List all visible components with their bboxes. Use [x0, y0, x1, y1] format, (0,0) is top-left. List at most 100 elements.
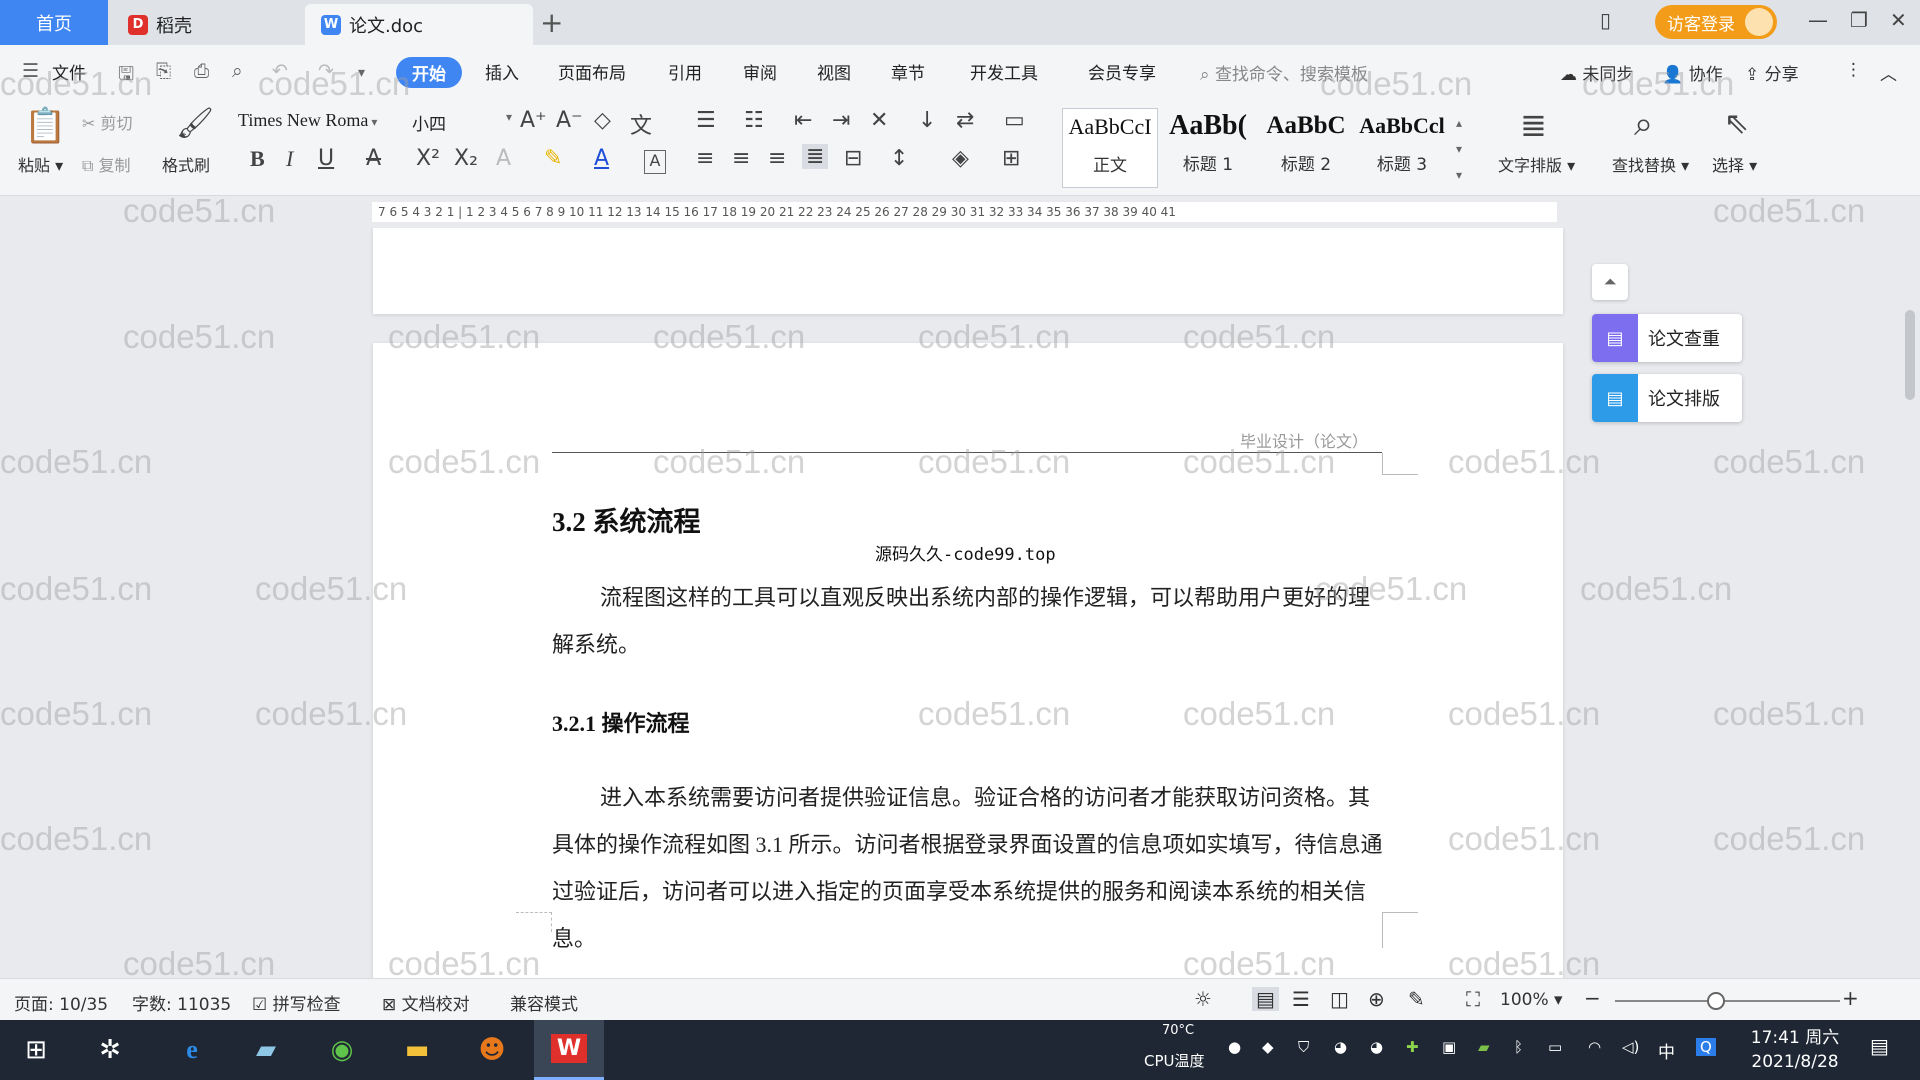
ime-indicator[interactable]: 中	[1658, 1038, 1675, 1063]
line-spacing-icon[interactable]: ↕	[890, 146, 908, 171]
distributed-icon[interactable]: ⊟	[844, 146, 862, 171]
shrink-font-icon[interactable]: A⁻	[556, 108, 583, 133]
cursor-select-icon[interactable]: ⇖	[1724, 106, 1749, 141]
underline-icon[interactable]: U	[318, 146, 334, 171]
bold-icon[interactable]: B	[250, 146, 265, 172]
horizontal-ruler[interactable]: 7 6 5 4 3 2 1 | 1 2 3 4 5 6 7 8 9 10 11 …	[372, 202, 1557, 222]
subscript-icon[interactable]: X₂	[454, 146, 478, 171]
style-heading-3[interactable]: AaBbCcl 标题 3	[1354, 108, 1450, 188]
wifi-icon[interactable]: ◠	[1588, 1038, 1601, 1056]
qat-more-icon[interactable]: ▾	[358, 65, 365, 81]
highlight-icon[interactable]: ✎	[544, 146, 562, 171]
menu-chapter[interactable]: 章节	[891, 59, 925, 84]
reading-view-icon[interactable]: ◫	[1330, 987, 1349, 1011]
eye-protection-icon[interactable]: ☼	[1194, 987, 1212, 1011]
menu-review[interactable]: 审阅	[743, 59, 777, 84]
text-effect-icon[interactable]: A	[496, 146, 511, 171]
tray-app-icon[interactable]: ▣	[1442, 1038, 1456, 1056]
scrollbar-thumb[interactable]	[1905, 310, 1915, 400]
style-normal[interactable]: AaBbCcI 正文	[1062, 108, 1158, 188]
volume-icon[interactable]: ◁)	[1622, 1038, 1639, 1056]
bluetooth-icon[interactable]: ᛒ	[1514, 1038, 1523, 1056]
new-tab-button[interactable]: +	[540, 6, 563, 39]
select-button[interactable]: 选择 ▾	[1712, 152, 1757, 176]
align-left-icon[interactable]: ≡	[696, 146, 714, 171]
web-view-icon[interactable]: ⊕	[1368, 987, 1385, 1011]
align-center-icon[interactable]: ≡	[732, 146, 750, 171]
paste-button[interactable]: 粘贴 ▾	[18, 152, 63, 176]
tray-nvidia-icon[interactable]: ▰	[1478, 1038, 1490, 1056]
restore-icon[interactable]: ❐	[1850, 8, 1868, 32]
show-marks-icon[interactable]: ⇄	[956, 108, 974, 133]
sort-icon[interactable]: ↓	[918, 108, 936, 133]
paper-check-button[interactable]: ▤ 论文查重	[1592, 314, 1742, 362]
tray-plus-icon[interactable]: ✚	[1406, 1038, 1419, 1056]
wps-taskbar-icon[interactable]: W	[534, 1020, 604, 1080]
find-icon[interactable]: ⌕	[1634, 104, 1653, 144]
cut-button[interactable]: ✂ 剪切	[82, 110, 133, 134]
collaborate-button[interactable]: 👤 协作	[1662, 60, 1723, 85]
internet-explorer-icon[interactable]: e	[170, 1029, 214, 1071]
tray-icon-1[interactable]: ●	[1228, 1038, 1241, 1056]
zoom-slider[interactable]	[1615, 1000, 1840, 1002]
zoom-in-icon[interactable]: +	[1842, 986, 1859, 1010]
tray-qq2-icon[interactable]: ◕	[1370, 1038, 1383, 1056]
zoom-level[interactable]: 100% ▾	[1500, 990, 1563, 1010]
undo-icon[interactable]: ↶	[272, 60, 288, 82]
browser-icon[interactable]: ◉	[320, 1029, 364, 1071]
tab-home[interactable]: 首页	[0, 0, 108, 45]
guest-login-button[interactable]: 访客登录	[1655, 5, 1777, 39]
battery-icon[interactable]: ▭	[1548, 1038, 1562, 1056]
notification-icon[interactable]: ▤	[1870, 1034, 1889, 1058]
tab-ruler-icon[interactable]: ▭	[1004, 108, 1025, 133]
word-count[interactable]: 字数: 11035	[132, 990, 231, 1015]
decrease-indent-icon[interactable]: ⇤	[794, 108, 812, 133]
numbered-list-icon[interactable]: ☷	[744, 108, 764, 133]
collapse-ribbon-icon[interactable]: ︿	[1880, 60, 1897, 85]
shading-icon[interactable]: ◈	[952, 146, 969, 171]
tray-icon-2[interactable]: ◆	[1262, 1038, 1274, 1056]
bullet-list-icon[interactable]: ☰	[696, 108, 716, 133]
menu-page-layout[interactable]: 页面布局	[558, 59, 626, 84]
unsync-button[interactable]: ☁ 未同步	[1560, 60, 1633, 85]
menu-insert[interactable]: 插入	[485, 59, 519, 84]
strikethrough-icon[interactable]: A	[366, 146, 381, 171]
superscript-icon[interactable]: X²	[416, 146, 440, 171]
copy-button[interactable]: ⧉ 复制	[82, 152, 131, 176]
style-heading-2[interactable]: AaBbC 标题 2	[1258, 108, 1354, 188]
spell-check-button[interactable]: ☑ 拼写检查	[252, 990, 341, 1015]
tray-q-icon[interactable]: Q	[1696, 1038, 1716, 1056]
game-app-icon[interactable]: ☻	[470, 1029, 514, 1071]
chinese-layout-icon[interactable]: ✕	[870, 108, 888, 133]
format-painter-icon[interactable]: 🖌	[176, 106, 214, 141]
menu-home[interactable]: 开始	[396, 57, 462, 88]
align-right-icon[interactable]: ≡	[768, 146, 786, 171]
styles-scroll-icon[interactable]: ▴ ▾ ▾	[1456, 110, 1462, 188]
windows-start-icon[interactable]: ⊞	[14, 1029, 58, 1071]
zoom-slider-handle[interactable]	[1707, 992, 1725, 1010]
print-preview-icon[interactable]: ⌕	[232, 60, 243, 82]
clear-format-icon[interactable]: ◇	[594, 108, 611, 133]
page-indicator[interactable]: 页面: 10/35	[14, 990, 108, 1015]
more-icon[interactable]: ⋮	[1845, 60, 1862, 80]
print-icon[interactable]: ⎙	[194, 60, 209, 82]
text-layout-icon[interactable]: ≣	[1520, 106, 1547, 144]
export-pdf-icon[interactable]: ⎘	[156, 60, 171, 82]
minimize-icon[interactable]: —	[1808, 8, 1828, 32]
menu-view[interactable]: 视图	[817, 59, 851, 84]
app-fan-icon[interactable]: ✲	[88, 1029, 132, 1071]
style-heading-1[interactable]: AaBb( 标题 1	[1160, 108, 1256, 188]
command-search[interactable]: ⌕ 查找命令、搜索模板	[1200, 60, 1368, 85]
borders-icon[interactable]: ⊞	[1002, 146, 1020, 171]
menu-references[interactable]: 引用	[668, 59, 702, 84]
doc-proof-button[interactable]: ⊠ 文档校对	[382, 990, 470, 1015]
char-border-icon[interactable]: A	[644, 150, 666, 174]
page-view-icon[interactable]: ▤	[1252, 987, 1279, 1011]
file-explorer-icon[interactable]: ▬	[395, 1029, 439, 1071]
tray-shield-icon[interactable]: ⛉	[1298, 1038, 1309, 1056]
share-button[interactable]: ⇪ 分享	[1745, 60, 1799, 85]
paste-icon[interactable]: 📋	[24, 106, 66, 146]
notepad-icon[interactable]: ▰	[244, 1029, 288, 1071]
font-name-select[interactable]: Times New Roma ▾	[238, 110, 408, 136]
menu-developer[interactable]: 开发工具	[970, 59, 1038, 84]
